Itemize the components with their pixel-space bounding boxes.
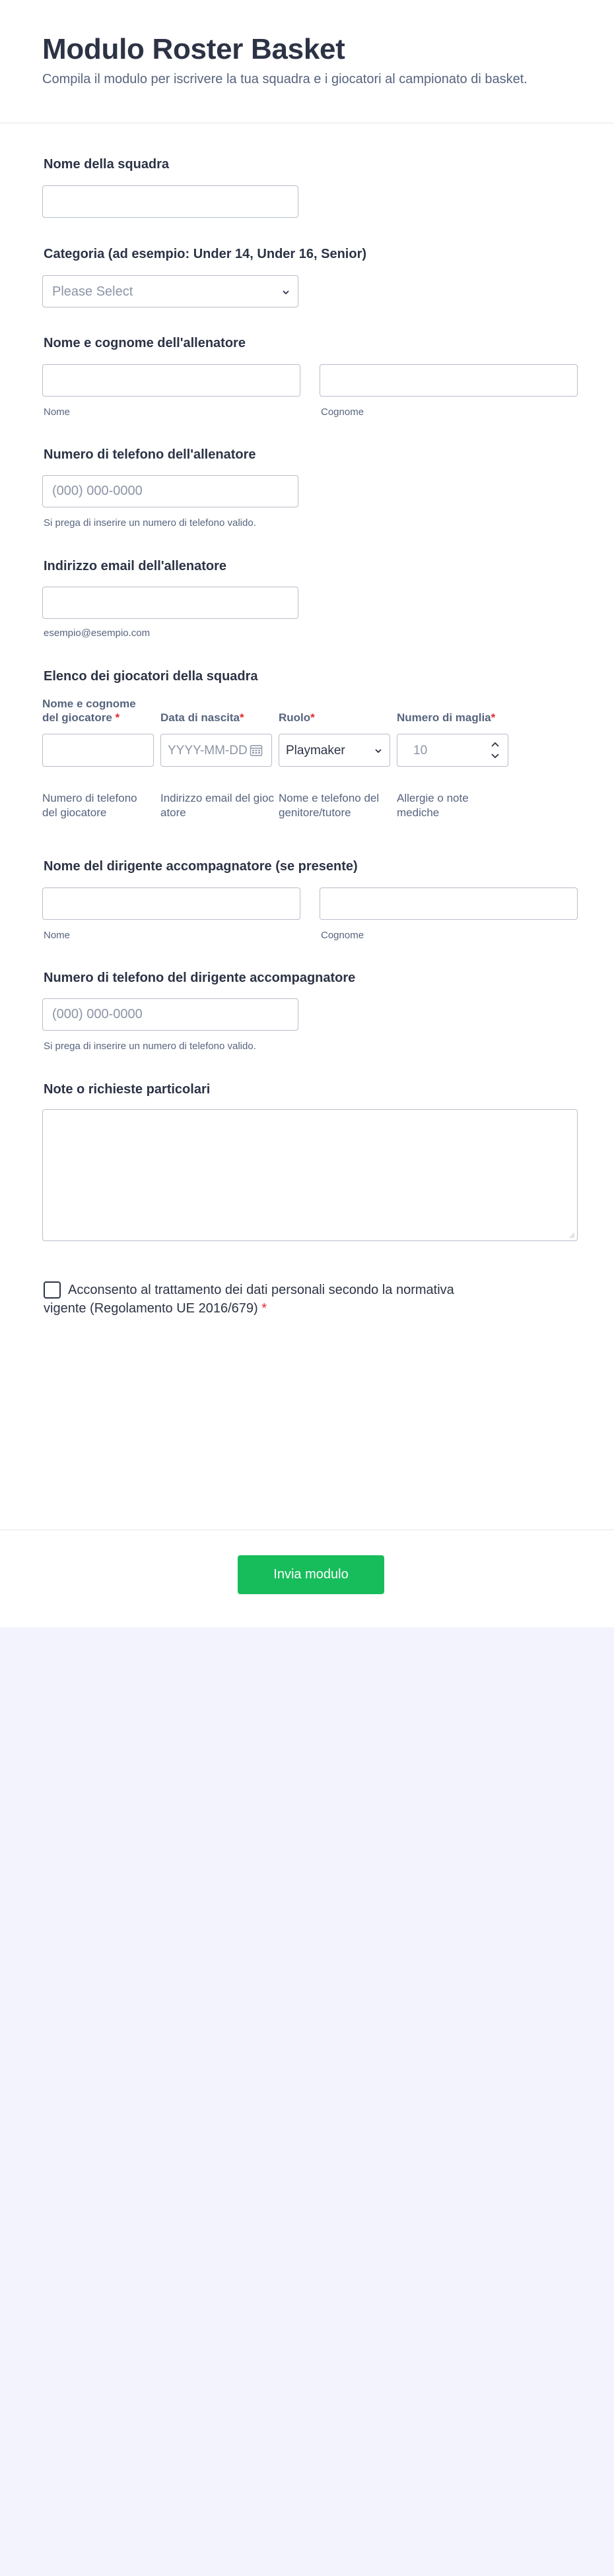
manager-phone-hint: Si prega di inserire un numero di telefo… (44, 1041, 256, 1052)
chevron-down-icon (375, 749, 382, 754)
manager-last-name-input[interactable] (320, 887, 578, 920)
players-label: Elenco dei giocatori della squadra (44, 669, 258, 684)
required-mark: * (491, 711, 496, 724)
required-mark: * (310, 711, 315, 724)
form-card: Modulo Roster Basket Compila il modulo p… (0, 0, 614, 1627)
column-header-text: Ruolo (279, 711, 311, 724)
coach-phone-hint: Si prega di inserire un numero di telefo… (44, 517, 256, 529)
coach-first-name-input[interactable] (42, 364, 300, 397)
manager-name-label: Nome del dirigente accompagnatore (se pr… (44, 859, 358, 874)
player-birthdate-input[interactable]: YYYY-MM-DD (160, 734, 272, 767)
category-label: Categoria (ad esempio: Under 14, Under 1… (44, 247, 367, 261)
manager-first-name-input[interactable] (42, 887, 300, 920)
coach-last-name-input[interactable] (320, 364, 578, 397)
player-role-select[interactable]: Playmaker (279, 734, 390, 767)
calendar-icon[interactable] (250, 744, 263, 757)
jersey-number-stepper[interactable]: 10 (397, 734, 508, 767)
column-header-jersey-number: Numero di maglia* (397, 711, 495, 724)
coach-first-name-sublabel: Nome (44, 406, 71, 418)
form-header: Modulo Roster Basket Compila il modulo p… (0, 0, 614, 123)
manager-first-name-sublabel: Nome (44, 930, 71, 941)
manager-last-name-sublabel: Cognome (321, 930, 364, 941)
column-header-player-name: Nome e cognome del giocatore * (42, 697, 154, 724)
column-header-allergies: Allergie o note mediche (397, 792, 469, 819)
consent-label: Acconsento al trattamento dei dati perso… (44, 1281, 493, 1318)
category-select[interactable]: Please Select (42, 275, 298, 307)
date-placeholder: YYYY-MM-DD (168, 744, 248, 757)
form-subtitle: Compila il modulo per iscrivere la tua s… (42, 72, 528, 86)
column-header-player-phone: Numero di telefono del giocatore (42, 792, 137, 819)
player-name-input[interactable] (42, 734, 154, 767)
column-header-text: Nome e cognome del giocatore (42, 697, 136, 724)
coach-name-label: Nome e cognome dell'allenatore (44, 336, 246, 350)
column-header-text: Numero di maglia (397, 711, 491, 724)
submit-button[interactable]: Invia modulo (238, 1555, 384, 1594)
column-header-player-email: Indirizzo email del giocatore (160, 792, 274, 819)
chevron-down-icon (283, 290, 289, 295)
category-select-placeholder: Please Select (52, 284, 133, 299)
coach-email-hint: esempio@esempio.com (44, 628, 151, 639)
manager-phone-input[interactable] (42, 998, 298, 1031)
team-name-label: Nome della squadra (44, 157, 170, 172)
form-footer: Invia modulo (0, 1530, 614, 1627)
coach-email-label: Indirizzo email dell'allenatore (44, 559, 227, 573)
required-mark: * (240, 711, 244, 724)
coach-phone-input[interactable] (42, 475, 298, 507)
role-selected-value: Playmaker (286, 744, 345, 757)
chevron-up-icon[interactable] (490, 740, 500, 749)
required-mark: * (115, 711, 120, 724)
form-title: Modulo Roster Basket (42, 33, 345, 65)
manager-phone-label: Numero di telefono del dirigente accompa… (44, 971, 356, 985)
required-mark: * (261, 1301, 267, 1316)
coach-last-name-sublabel: Cognome (321, 406, 364, 418)
jersey-number-placeholder: 10 (413, 744, 428, 757)
chevron-down-icon[interactable] (490, 752, 500, 761)
team-name-input[interactable] (42, 185, 298, 218)
column-header-text: Data di nascita (160, 711, 240, 724)
column-header-birthdate: Data di nascita* (160, 711, 244, 724)
resize-handle-icon[interactable] (568, 1232, 575, 1239)
column-header-guardian: Nome e telefono del genitore/tutore (279, 792, 380, 819)
coach-phone-label: Numero di telefono dell'allenatore (44, 447, 256, 462)
notes-textarea[interactable] (42, 1109, 578, 1241)
column-header-role: Ruolo* (279, 711, 315, 724)
notes-label: Note o richieste particolari (44, 1082, 211, 1097)
consent-text: Acconsento al trattamento dei dati perso… (44, 1283, 454, 1316)
coach-email-input[interactable] (42, 587, 298, 619)
